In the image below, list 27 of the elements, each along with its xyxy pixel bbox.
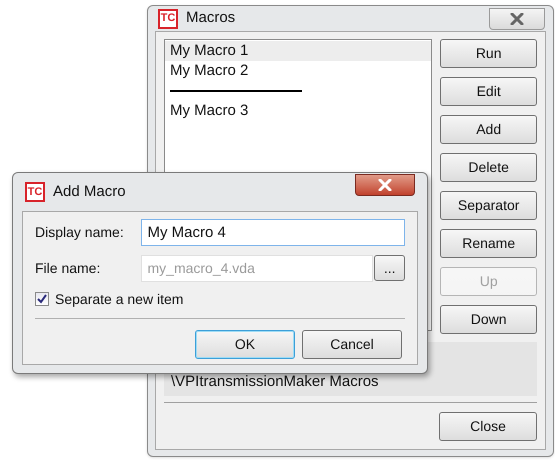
action-button[interactable]: Run — [440, 39, 537, 68]
action-button[interactable]: Delete — [440, 153, 537, 182]
app-logo: TC — [158, 8, 178, 28]
path-text: \VPItransmissionMaker Macros — [171, 372, 379, 392]
checkmark-icon — [37, 294, 47, 304]
browse-button[interactable]: ... — [374, 255, 405, 281]
action-button[interactable]: Edit — [440, 77, 537, 106]
close-icon — [378, 179, 392, 191]
action-button[interactable]: Add — [440, 115, 537, 144]
file-name-label: File name: — [35, 258, 102, 278]
close-window-button[interactable]: Close — [439, 412, 537, 441]
close-button[interactable] — [489, 8, 545, 30]
dialog-button[interactable]: OK — [195, 330, 295, 359]
action-button[interactable]: Down — [440, 305, 537, 334]
action-button[interactable]: Separator — [440, 191, 537, 220]
checkbox-label: Separate a new item — [55, 290, 184, 309]
close-button[interactable] — [355, 174, 415, 196]
action-button[interactable]: Rename — [440, 229, 537, 258]
app-logo: TC — [25, 182, 45, 202]
dialog-button[interactable]: Cancel — [302, 330, 402, 359]
display-name-label: Display name: — [35, 222, 125, 242]
checkbox[interactable] — [35, 292, 49, 306]
window-title: Macros — [186, 8, 236, 28]
display-name-field[interactable]: My Macro 4 — [140, 218, 405, 246]
list-item[interactable]: My Macro 1 — [165, 41, 432, 61]
close-icon — [510, 13, 524, 25]
dialog-title: Add Macro — [53, 182, 126, 202]
